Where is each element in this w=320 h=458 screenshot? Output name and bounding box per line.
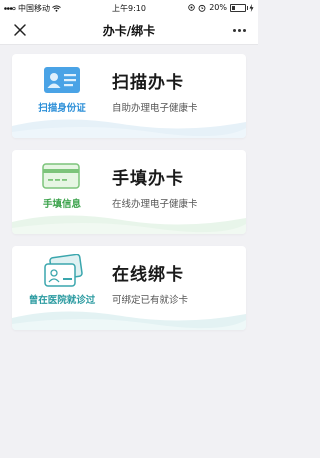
location-icon <box>188 3 195 11</box>
more-dot-icon <box>242 28 246 32</box>
charging-icon <box>249 3 254 12</box>
more-dot-icon <box>232 28 236 32</box>
wave-decoration <box>12 119 246 138</box>
alarm-icon <box>198 4 206 12</box>
bind-card[interactable]: 曾在医院就诊过 在线绑卡 可绑定已有就诊卡 <box>12 246 246 330</box>
scan-card[interactable]: 扫描身份证 扫描办卡 自助办理电子健康卡 <box>12 54 246 138</box>
card-subtitle: 可绑定已有就诊卡 <box>112 295 189 306</box>
card-title: 扫描办卡 <box>112 73 184 93</box>
card-subtitle: 自助办理电子健康卡 <box>112 103 198 114</box>
status-right: 20% <box>188 3 254 12</box>
more-dot-icon <box>237 28 241 32</box>
card-icon-label: 手填信息 <box>42 199 81 210</box>
nav-bar: 办卡/绑卡 <box>0 16 258 45</box>
hospital-card-icon <box>42 253 84 290</box>
more-button[interactable] <box>228 20 250 40</box>
status-bar: 中国移动 上午9:10 20% <box>0 0 258 16</box>
battery-icon <box>230 3 248 12</box>
card-title: 手填办卡 <box>112 169 184 189</box>
manual-card[interactable]: 手填信息 手填办卡 在线办理电子健康卡 <box>12 150 246 234</box>
card-edit-icon <box>42 162 82 192</box>
card-title: 在线绑卡 <box>112 265 184 285</box>
card-icon-label: 曾在医院就诊过 <box>28 295 96 306</box>
wave-decoration <box>12 311 246 330</box>
wave-decoration <box>12 215 246 234</box>
battery-percent: 20% <box>209 3 227 12</box>
page-title: 办卡/绑卡 <box>102 24 156 38</box>
card-subtitle: 在线办理电子健康卡 <box>112 199 198 210</box>
card-icon-label: 扫描身份证 <box>38 103 86 114</box>
id-card-icon <box>43 66 81 96</box>
